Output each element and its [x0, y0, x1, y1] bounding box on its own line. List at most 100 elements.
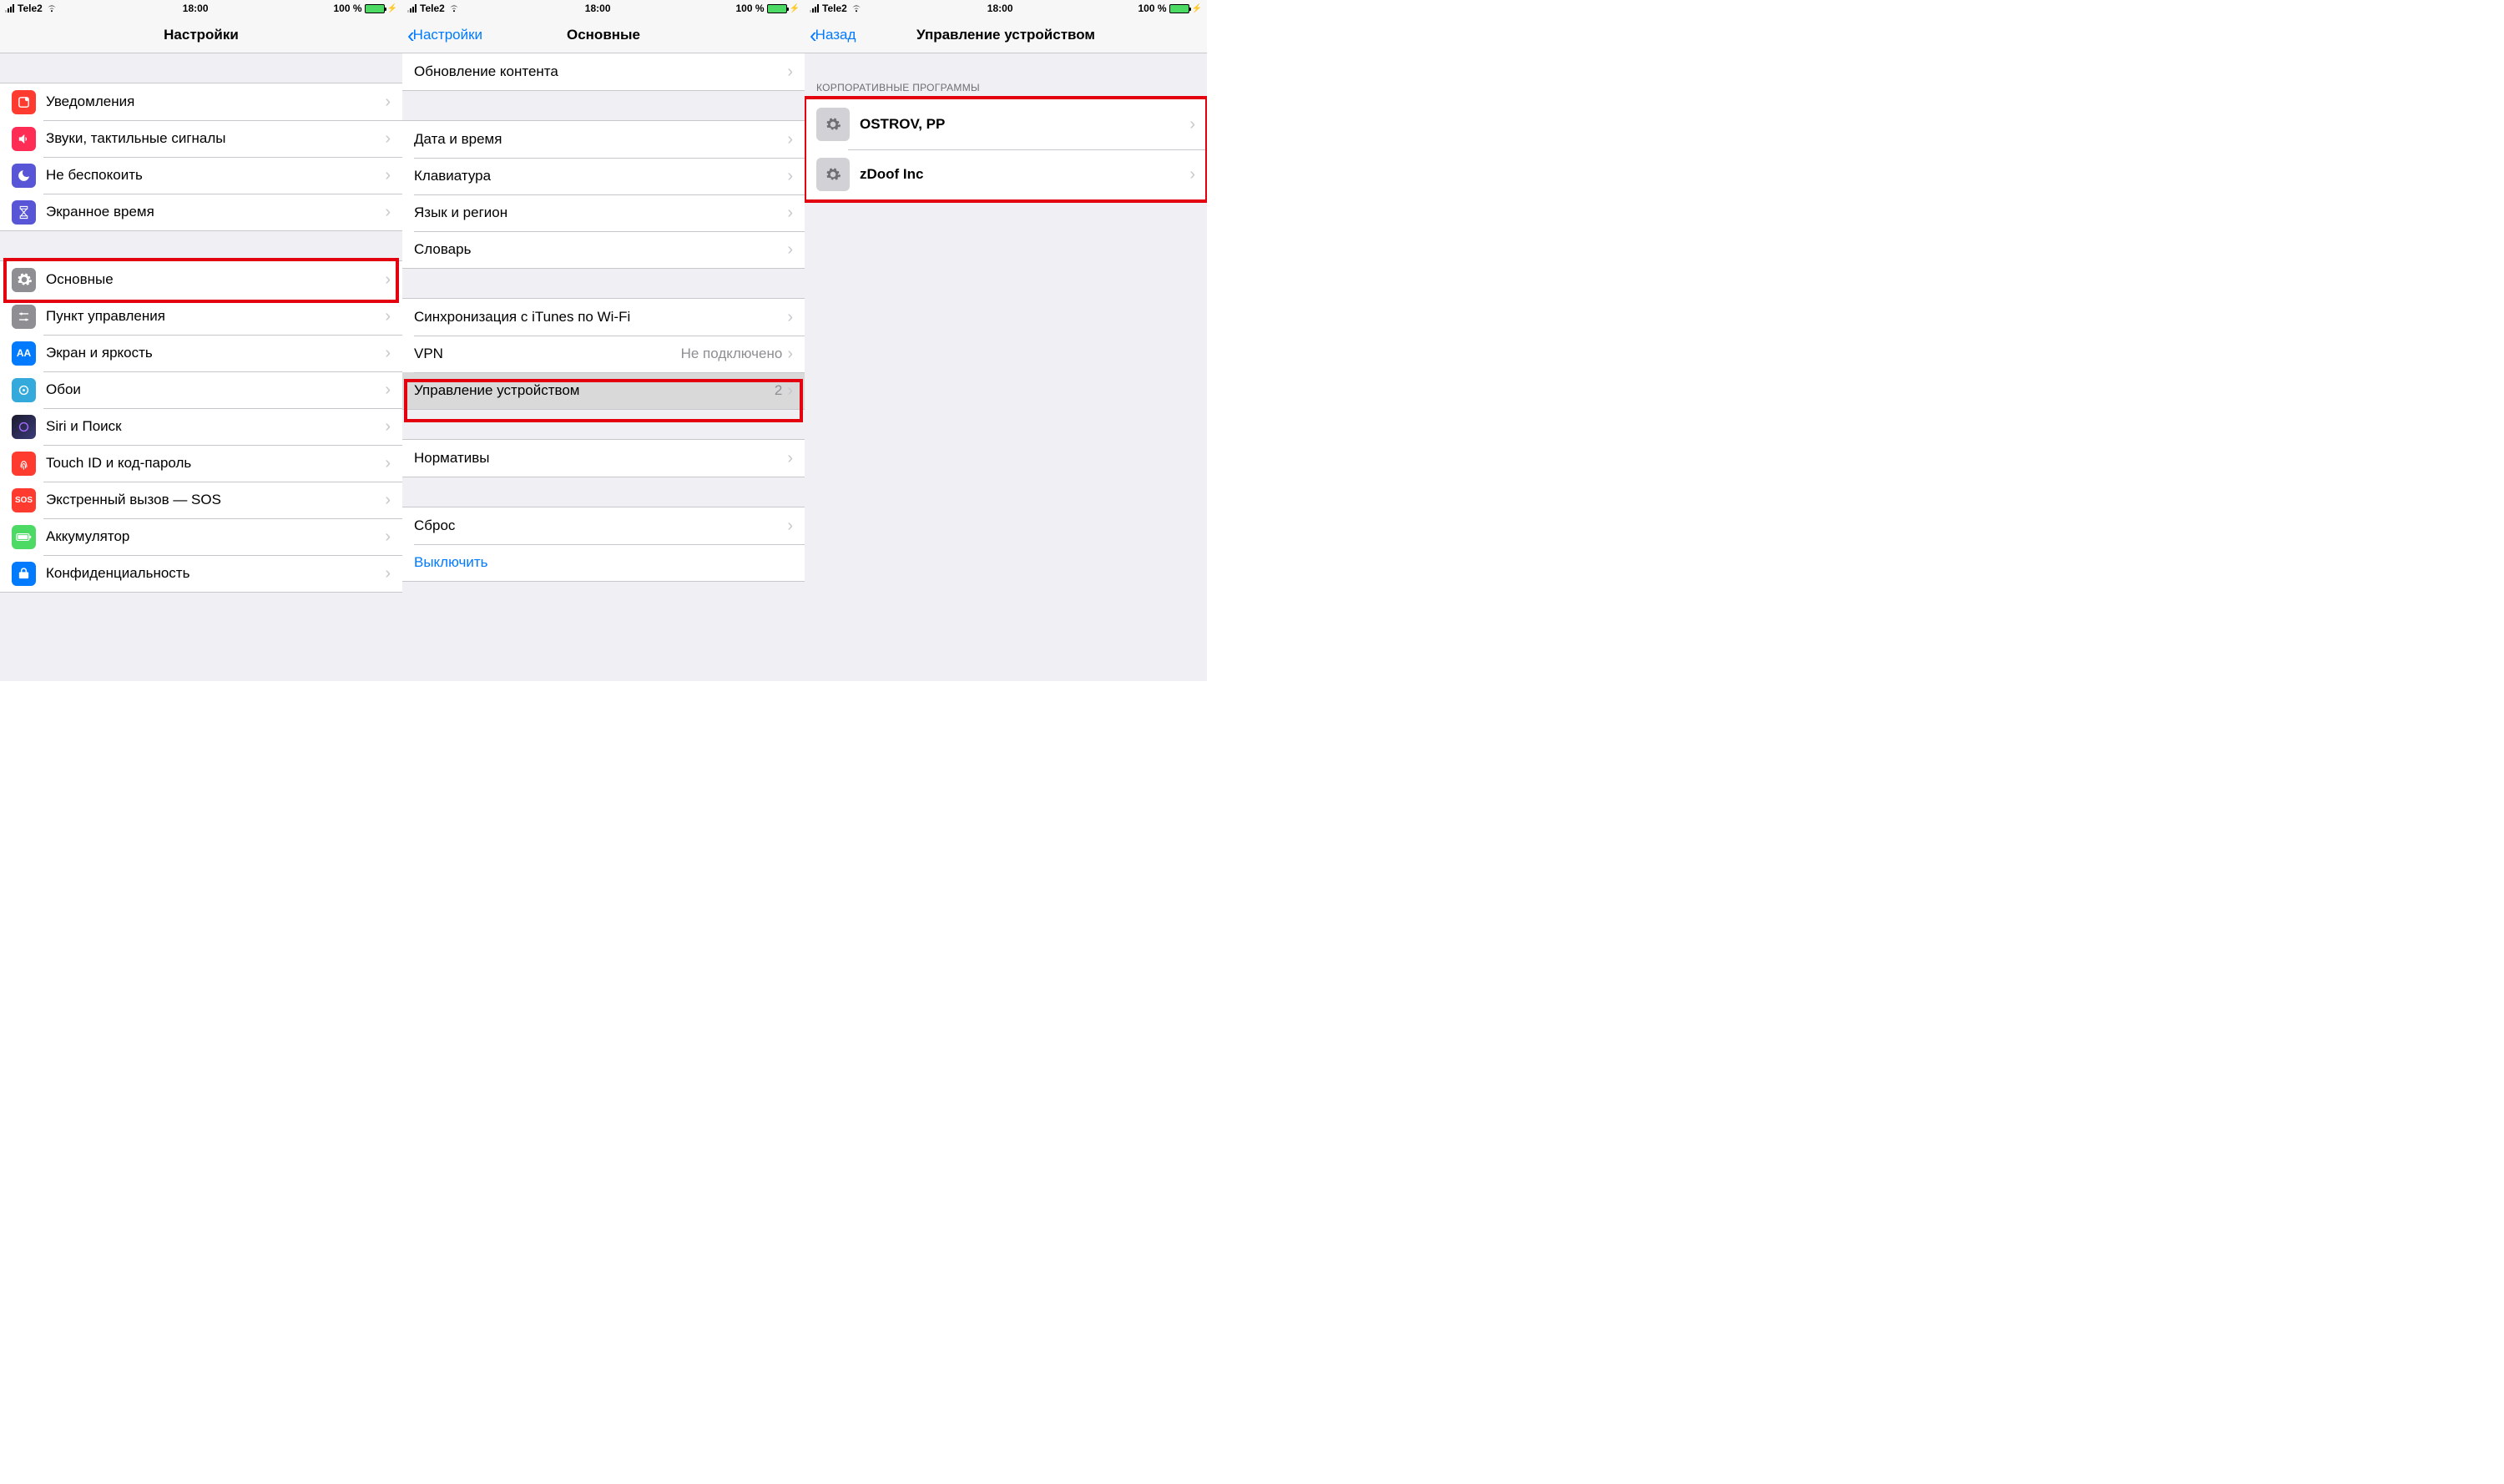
nav-bar: Настройки	[0, 17, 402, 53]
screen-general: Tele2 18:00 100 % ⚡ ‹ Настройки Основные…	[402, 0, 805, 681]
status-time: 18:00	[585, 3, 611, 14]
row-label: Touch ID и код-пароль	[46, 455, 385, 472]
row-label: Пункт управления	[46, 308, 385, 325]
row-wallpaper[interactable]: Обои ›	[0, 371, 402, 408]
row-value: Не подключено	[681, 346, 783, 362]
row-label: Звуки, тактильные сигналы	[46, 130, 385, 147]
signal-icon	[407, 4, 416, 13]
row-label: Словарь	[414, 241, 787, 258]
row-label: Не беспокоить	[46, 167, 385, 184]
chevron-right-icon: ›	[787, 345, 793, 364]
carrier-label: Tele2	[420, 3, 445, 14]
row-legal[interactable]: Нормативы ›	[402, 440, 805, 477]
row-label: Конфиденциальность	[46, 565, 385, 582]
row-display[interactable]: AA Экран и яркость ›	[0, 335, 402, 371]
row-value: 2	[775, 382, 782, 399]
screen-device-management: Tele2 18:00 100 % ⚡ ‹ Назад Управление у…	[805, 0, 1207, 681]
row-siri[interactable]: Siri и Поиск ›	[0, 408, 402, 445]
row-language[interactable]: Язык и регион ›	[402, 194, 805, 231]
section-header: КОРПОРАТИВНЫЕ ПРОГРАММЫ	[805, 77, 1207, 98]
row-device-management[interactable]: Управление устройством 2 ›	[402, 372, 805, 409]
back-label: Назад	[815, 27, 856, 43]
charging-icon: ⚡	[1192, 4, 1202, 13]
row-label: Обновление контента	[414, 63, 787, 80]
wifi-icon	[46, 4, 58, 13]
page-title: Основные	[567, 27, 640, 43]
signal-icon	[5, 4, 14, 13]
control-center-icon	[12, 305, 36, 329]
wifi-icon	[448, 4, 460, 13]
row-control-center[interactable]: Пункт управления ›	[0, 298, 402, 335]
row-vpn[interactable]: VPN Не подключено ›	[402, 336, 805, 372]
battery-icon	[1169, 4, 1189, 13]
profile-row-zdoof[interactable]: zDoof Inc ›	[805, 149, 1207, 199]
row-keyboard[interactable]: Клавиатура ›	[402, 158, 805, 194]
carrier-label: Tele2	[18, 3, 43, 14]
profile-icon	[816, 108, 850, 141]
row-notifications[interactable]: Уведомления ›	[0, 83, 402, 120]
status-bar: Tele2 18:00 100 % ⚡	[805, 0, 1207, 17]
wallpaper-icon	[12, 378, 36, 402]
row-date-time[interactable]: Дата и время ›	[402, 121, 805, 158]
back-button[interactable]: ‹ Настройки	[407, 17, 482, 53]
row-label: Экран и яркость	[46, 345, 385, 361]
row-battery[interactable]: Аккумулятор ›	[0, 518, 402, 555]
battery-percent: 100 %	[736, 3, 765, 14]
row-sos[interactable]: SOS Экстренный вызов — SOS ›	[0, 482, 402, 518]
screentime-icon	[12, 200, 36, 225]
row-reset[interactable]: Сброс ›	[402, 507, 805, 544]
row-label: Синхронизация с iTunes по Wi-Fi	[414, 309, 787, 326]
row-content-refresh[interactable]: Обновление контента ›	[402, 53, 805, 90]
chevron-right-icon: ›	[385, 491, 391, 510]
row-label: Аккумулятор	[46, 528, 385, 545]
battery-percent: 100 %	[1138, 3, 1167, 14]
chevron-right-icon: ›	[787, 167, 793, 186]
page-title: Управление устройством	[916, 27, 1095, 43]
row-label: Основные	[46, 271, 385, 288]
chevron-right-icon: ›	[787, 517, 793, 536]
sos-icon: SOS	[12, 488, 36, 512]
nav-bar: ‹ Назад Управление устройством	[805, 17, 1207, 53]
row-sounds[interactable]: Звуки, тактильные сигналы ›	[0, 120, 402, 157]
row-label: VPN	[414, 346, 681, 362]
back-button[interactable]: ‹ Назад	[810, 17, 856, 53]
chevron-right-icon: ›	[385, 344, 391, 363]
wifi-icon	[851, 4, 862, 13]
row-general[interactable]: Основные ›	[0, 261, 402, 298]
chevron-right-icon: ›	[1189, 165, 1195, 184]
row-dnd[interactable]: Не беспокоить ›	[0, 157, 402, 194]
profile-row-ostrov[interactable]: OSTROV, PP ›	[805, 99, 1207, 149]
carrier-label: Tele2	[822, 3, 847, 14]
row-label: Уведомления	[46, 93, 385, 110]
siri-icon	[12, 415, 36, 439]
profile-name: OSTROV, PP	[860, 116, 1189, 133]
chevron-right-icon: ›	[385, 203, 391, 222]
chevron-right-icon: ›	[385, 417, 391, 437]
row-label: Обои	[46, 381, 385, 398]
row-shutdown[interactable]: Выключить	[402, 544, 805, 581]
row-label: Дата и время	[414, 131, 787, 148]
row-touchid[interactable]: Touch ID и код-пароль ›	[0, 445, 402, 482]
profile-icon	[816, 158, 850, 191]
nav-bar: ‹ Настройки Основные	[402, 17, 805, 53]
row-privacy[interactable]: Конфиденциальность ›	[0, 555, 402, 592]
chevron-right-icon: ›	[1189, 115, 1195, 134]
row-label: Клавиатура	[414, 168, 787, 184]
screen-settings: Tele2 18:00 100 % ⚡ Настройки Уведомлени…	[0, 0, 402, 681]
chevron-right-icon: ›	[385, 527, 391, 547]
chevron-right-icon: ›	[787, 449, 793, 468]
general-icon	[12, 268, 36, 292]
chevron-right-icon: ›	[385, 454, 391, 473]
row-label: Управление устройством	[414, 382, 775, 399]
chevron-right-icon: ›	[385, 270, 391, 290]
chevron-right-icon: ›	[787, 381, 793, 401]
charging-icon: ⚡	[790, 4, 800, 13]
dnd-icon	[12, 164, 36, 188]
row-screentime[interactable]: Экранное время ›	[0, 194, 402, 230]
signal-icon	[810, 4, 819, 13]
chevron-right-icon: ›	[787, 308, 793, 327]
row-itunes-wifi[interactable]: Синхронизация с iTunes по Wi-Fi ›	[402, 299, 805, 336]
row-dictionary[interactable]: Словарь ›	[402, 231, 805, 268]
status-time: 18:00	[987, 3, 1013, 14]
chevron-right-icon: ›	[385, 381, 391, 400]
